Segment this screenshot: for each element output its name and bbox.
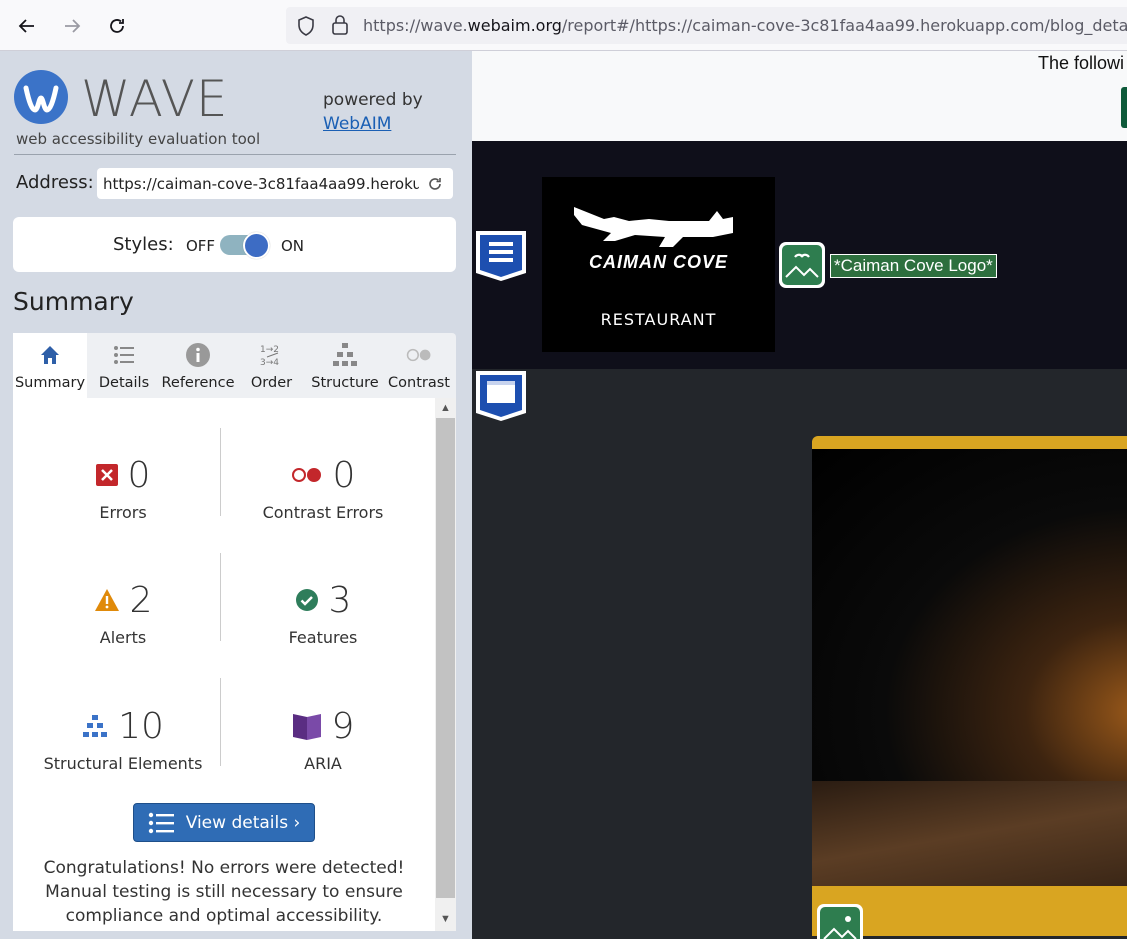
- aria-count: 9: [331, 705, 355, 747]
- contrast-errors-count: 0: [332, 454, 356, 496]
- wave-subtitle: web accessibility evaluation tool: [16, 130, 261, 148]
- browser-toolbar: https://wave.webaim.org/report#/https://…: [0, 0, 1127, 51]
- list-icon: [111, 342, 137, 368]
- tab-label: Reference: [161, 375, 235, 391]
- tab-summary[interactable]: Summary: [13, 333, 87, 398]
- lock-icon[interactable]: [331, 15, 349, 35]
- tab-label: Summary: [14, 375, 86, 391]
- svg-text:3→4: 3→4: [260, 358, 279, 368]
- tab-bar: Summary Details Reference 1→2 3→4 Order S…: [13, 333, 456, 398]
- alerts-label: Alerts: [99, 628, 147, 647]
- logo-name-text: CAIMAN COVE: [588, 252, 728, 272]
- main-landmark-icon[interactable]: [474, 369, 528, 423]
- contrast-icon: [406, 342, 432, 368]
- tab-structure[interactable]: Structure: [308, 333, 382, 398]
- congrats-line: Manual testing is still necessary to ens…: [45, 882, 403, 902]
- scroll-down-icon[interactable]: ▼: [439, 913, 452, 926]
- alerts-count: 2: [129, 579, 153, 621]
- divider: [220, 553, 221, 641]
- site-notice-text: The followi: [1038, 53, 1125, 73]
- reload-icon: [110, 19, 124, 33]
- styles-off-label: OFF: [186, 237, 216, 255]
- linked-image-icon[interactable]: [778, 241, 826, 289]
- address-label: Address:: [16, 172, 94, 193]
- hero-image-table: [812, 781, 1127, 886]
- image-icon[interactable]: [816, 903, 864, 939]
- back-arrow-icon: [18, 19, 34, 33]
- order-icon: 1→2 3→4: [259, 342, 285, 368]
- styles-label: Styles:: [113, 234, 174, 255]
- info-icon: [185, 342, 211, 368]
- address-input[interactable]: [97, 168, 453, 199]
- styles-toggle-knob[interactable]: [243, 232, 270, 259]
- back-button[interactable]: [11, 10, 43, 42]
- styles-on-label: ON: [281, 237, 305, 255]
- forward-arrow-icon: [65, 19, 81, 33]
- home-icon: [37, 342, 63, 368]
- site-header: CAIMAN COVE RESTAURANT *Caiman Cove Logo…: [472, 141, 1127, 369]
- tab-label: Contrast: [388, 375, 450, 391]
- features-count: 3: [328, 579, 352, 621]
- logo-restaurant-text: RESTAURANT: [600, 310, 717, 329]
- shield-icon[interactable]: [297, 16, 315, 36]
- aria-icon: [292, 714, 321, 740]
- wave-sidebar: WAVE web accessibility evaluation tool p…: [0, 51, 472, 939]
- summary-panel: 0 Errors 0 Contrast Errors 2 Alerts 3 Fe…: [13, 398, 456, 931]
- tab-contrast[interactable]: Contrast: [382, 333, 456, 398]
- site-notice-bar: The followi: [472, 51, 1127, 141]
- view-details-label: View details ›: [185, 812, 301, 833]
- wave-logo-icon: [14, 70, 68, 124]
- list-icon: [148, 812, 174, 833]
- summary-heading: Summary: [13, 287, 134, 316]
- tab-details[interactable]: Details: [87, 333, 161, 398]
- powered-by-label: powered by: [323, 90, 423, 110]
- error-icon: [95, 464, 118, 486]
- site-notice-button[interactable]: [1121, 87, 1127, 128]
- wave-logo-text: WAVE: [81, 70, 229, 128]
- contrast-errors-label: Contrast Errors: [262, 503, 384, 522]
- features-label: Features: [288, 628, 358, 647]
- site-logo[interactable]: CAIMAN COVE RESTAURANT: [542, 177, 775, 352]
- tab-label: Details: [98, 375, 150, 391]
- forward-button[interactable]: [56, 10, 88, 42]
- url-text: https://wave.webaim.org/report#/https://…: [363, 16, 1127, 35]
- alt-text-label: *Caiman Cove Logo*: [830, 254, 997, 278]
- divider: [220, 678, 221, 766]
- tab-label: Order: [250, 375, 293, 391]
- structural-label: Structural Elements: [43, 754, 203, 773]
- contrast-error-icon: [291, 468, 321, 482]
- tab-reference[interactable]: Reference: [161, 333, 235, 398]
- webaim-link[interactable]: WebAIM: [323, 114, 391, 134]
- styles-toggle-box: Styles: OFF ON: [13, 217, 456, 272]
- aria-label: ARIA: [304, 754, 342, 773]
- structure-icon: [83, 715, 108, 737]
- tab-label: Structure: [311, 375, 379, 391]
- scrollbar-thumb[interactable]: [436, 418, 455, 898]
- congrats-line: Congratulations! No errors were detected…: [43, 858, 405, 878]
- structural-count: 10: [118, 705, 164, 747]
- feature-check-icon: [295, 589, 318, 611]
- congrats-line: compliance and optimal accessibility.: [65, 906, 383, 926]
- congratulations-message: Congratulations! No errors were detected…: [13, 856, 435, 928]
- address-reload-icon[interactable]: [426, 175, 444, 193]
- reload-button[interactable]: [101, 10, 133, 42]
- address-bar[interactable]: https://wave.webaim.org/report#/https://…: [286, 7, 1127, 44]
- evaluated-page: The followi CAIMAN COVE RESTAURANT *Caim…: [472, 51, 1127, 939]
- divider: [14, 154, 456, 155]
- divider: [220, 428, 221, 516]
- powered-by: powered by WebAIM: [323, 88, 423, 136]
- errors-count: 0: [127, 454, 151, 496]
- structure-icon: [332, 342, 358, 368]
- caiman-logo-icon: [574, 207, 733, 247]
- view-details-button[interactable]: View details ›: [133, 803, 315, 842]
- tab-order[interactable]: 1→2 3→4 Order: [235, 333, 308, 398]
- panel-scrollbar[interactable]: ▲ ▼: [435, 398, 456, 931]
- scroll-up-icon[interactable]: ▲: [439, 402, 452, 415]
- errors-label: Errors: [99, 503, 147, 522]
- header-landmark-icon[interactable]: [474, 229, 528, 283]
- alert-icon: [94, 589, 119, 611]
